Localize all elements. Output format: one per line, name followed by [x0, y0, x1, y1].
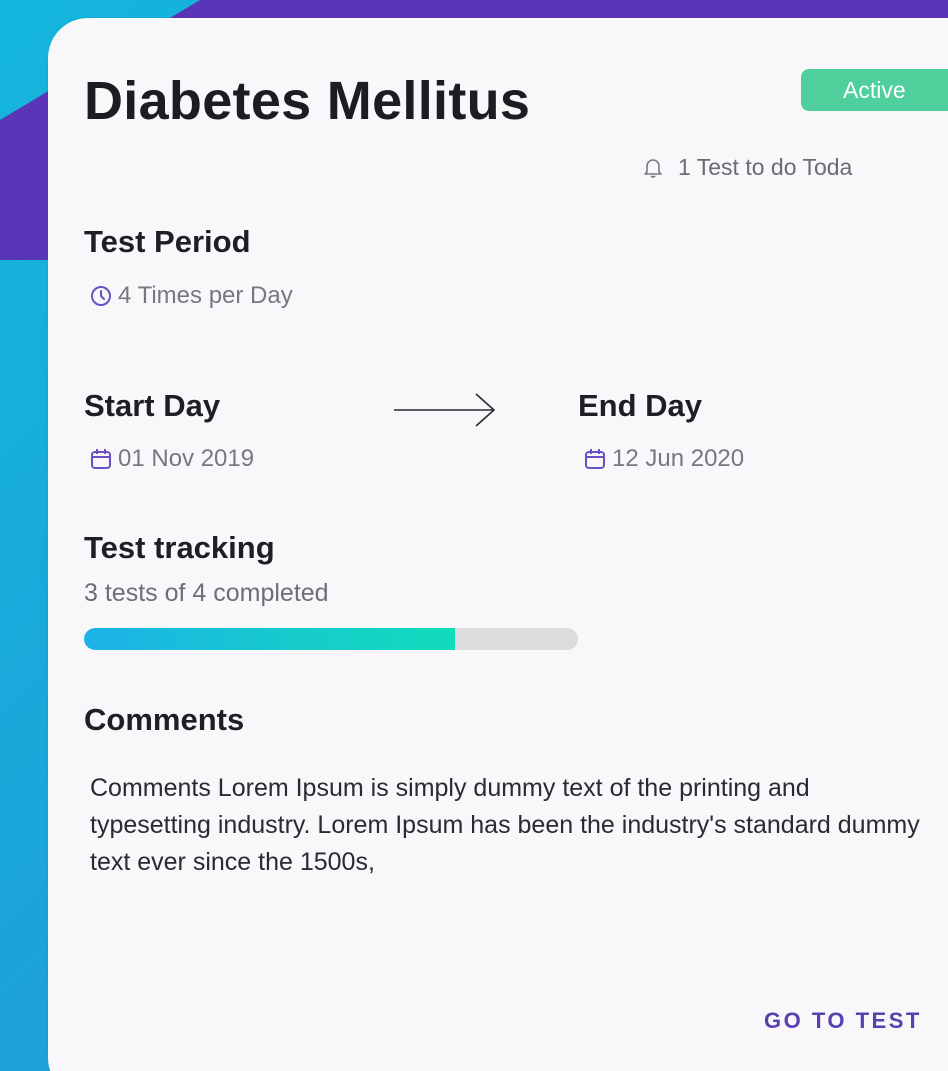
tracking-progress-bar: [84, 628, 578, 650]
tracking-summary: 3 tests of 4 completed: [84, 579, 329, 607]
comments-text: Comments Lorem Ipsum is simply dummy tex…: [90, 774, 920, 876]
start-date-text: 01 Nov 2019: [118, 445, 255, 472]
go-to-test-button[interactable]: GO TO TEST: [764, 1008, 922, 1034]
bell-icon: [644, 154, 678, 180]
start-date: 01 Nov 2019: [90, 445, 254, 473]
clock-icon: [90, 282, 118, 309]
calendar-icon: [584, 445, 612, 472]
card-title: Diabetes Mellitus: [84, 71, 531, 131]
end-date: 12 Jun 2020: [584, 445, 744, 473]
start-day-heading: Start Day: [84, 388, 221, 423]
arrow-right-icon: [392, 390, 498, 435]
today-notice: 1 Test to do Toda: [644, 154, 852, 181]
frequency-text: 4 Times per Day: [118, 282, 293, 309]
status-badge: Active: [801, 69, 948, 111]
end-day-heading: End Day: [578, 388, 703, 423]
test-frequency: 4 Times per Day: [90, 282, 293, 310]
calendar-icon: [90, 445, 118, 472]
test-period-heading: Test Period: [84, 224, 251, 259]
end-date-text: 12 Jun 2020: [612, 445, 745, 472]
test-card: Diabetes Mellitus Active 1 Test to do To…: [48, 18, 948, 1071]
test-tracking-heading: Test tracking: [84, 530, 275, 565]
today-notice-text: 1 Test to do Toda: [678, 154, 853, 180]
tracking-progress-fill: [84, 628, 455, 650]
comments-heading: Comments: [84, 702, 245, 737]
